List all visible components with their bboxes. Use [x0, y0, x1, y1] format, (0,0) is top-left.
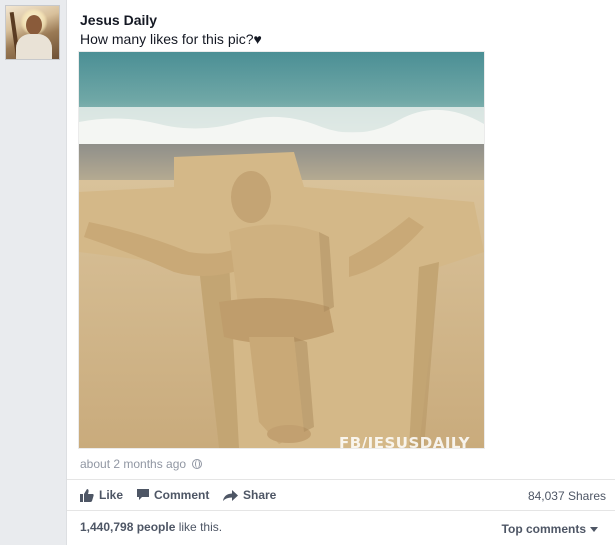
top-comments-dropdown[interactable]: Top comments	[502, 522, 598, 536]
share-button[interactable]: Share	[223, 488, 276, 502]
sand-sculpture-image	[79, 52, 484, 448]
page-name-link[interactable]: Jesus Daily	[80, 12, 157, 28]
timestamp-text[interactable]: about 2 months ago	[80, 457, 186, 471]
comment-button[interactable]: Comment	[137, 488, 209, 502]
post-text: How many likes for this pic?♥	[80, 31, 262, 47]
comment-label: Comment	[154, 488, 210, 502]
likes-suffix: like this.	[175, 520, 223, 534]
caret-down-icon	[590, 526, 598, 532]
avatar-head	[26, 15, 42, 35]
left-gutter	[0, 0, 66, 545]
post-photo[interactable]: FB/JESUSDAILY	[79, 52, 484, 448]
like-label: Like	[99, 488, 124, 502]
globe-icon[interactable]	[192, 459, 203, 469]
share-arrow-icon	[223, 489, 238, 501]
photo-watermark: FB/JESUSDAILY	[339, 434, 470, 448]
post-card: Jesus Daily How many likes for this pic?…	[66, 0, 615, 545]
action-bar: Like Comment Share 84,037 Shares	[67, 479, 615, 511]
post-timestamp[interactable]: about 2 months ago	[80, 457, 203, 471]
like-button[interactable]: Like	[80, 488, 123, 502]
likes-summary-row: 1,440,798 people like this. Top comments	[67, 511, 615, 545]
top-comments-label: Top comments	[501, 522, 586, 536]
shares-count-link[interactable]: 84,037 Shares	[528, 489, 606, 503]
avatar-body	[16, 34, 52, 59]
comment-bubble-icon	[137, 489, 149, 500]
thumbs-up-icon	[80, 488, 94, 502]
likes-count-link[interactable]: 1,440,798 people	[80, 520, 175, 534]
likes-summary: 1,440,798 people like this.	[80, 520, 222, 534]
page-avatar[interactable]	[5, 5, 60, 60]
share-label: Share	[243, 488, 277, 502]
